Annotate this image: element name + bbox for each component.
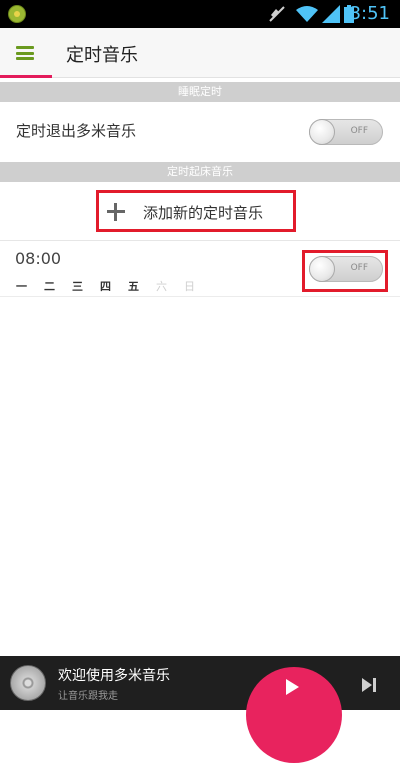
weekday-thu: 四 <box>100 280 111 293</box>
page-title: 定时音乐 <box>66 45 138 66</box>
section-header-wake: 定时起床音乐 <box>0 162 400 182</box>
player-bar[interactable]: 欢迎使用多米音乐 让音乐跟我走 <box>0 656 400 763</box>
menu-accent-line <box>0 75 52 78</box>
action-bar-divider <box>52 77 400 78</box>
divider <box>0 296 400 297</box>
menu-icon[interactable] <box>16 46 34 60</box>
player-title: 欢迎使用多米音乐 <box>58 668 170 684</box>
section-header-sleep: 睡眠定时 <box>0 82 400 102</box>
album-disc-icon[interactable] <box>10 665 46 701</box>
toggle-knob <box>309 256 335 282</box>
exit-timer-toggle[interactable]: OFF <box>309 119 383 145</box>
app-notification-icon <box>8 5 26 23</box>
weekday-sun: 日 <box>184 280 195 293</box>
alarm-toggle[interactable]: OFF <box>309 256 383 282</box>
mute-icon <box>269 6 285 22</box>
toggle-state-text: OFF <box>350 126 368 136</box>
toggle-state-text: OFF <box>350 263 368 273</box>
divider <box>0 240 400 241</box>
action-bar: 定时音乐 <box>0 28 400 78</box>
exit-timer-label: 定时退出多米音乐 <box>16 122 137 140</box>
status-bar: 3:51 <box>0 0 400 28</box>
alarm-time[interactable]: 08:00 <box>15 249 61 268</box>
add-timed-music-button[interactable]: 添加新的定时音乐 <box>96 190 296 232</box>
weekday-sat: 六 <box>156 280 167 293</box>
status-time: 3:51 <box>349 3 390 24</box>
player-subtitle: 让音乐跟我走 <box>58 691 118 702</box>
toggle-knob <box>309 119 335 145</box>
signal-icon <box>322 5 340 23</box>
add-timed-music-label: 添加新的定时音乐 <box>143 204 264 222</box>
weekday-wed: 三 <box>72 280 83 293</box>
next-track-icon[interactable] <box>362 678 378 692</box>
play-button[interactable] <box>246 667 342 763</box>
weekday-fri: 五 <box>128 280 139 293</box>
weekday-mon: 一 <box>16 280 27 293</box>
weekday-tue: 二 <box>44 280 55 293</box>
play-icon <box>286 679 299 695</box>
plus-icon <box>107 203 125 221</box>
wifi-icon <box>296 6 318 22</box>
